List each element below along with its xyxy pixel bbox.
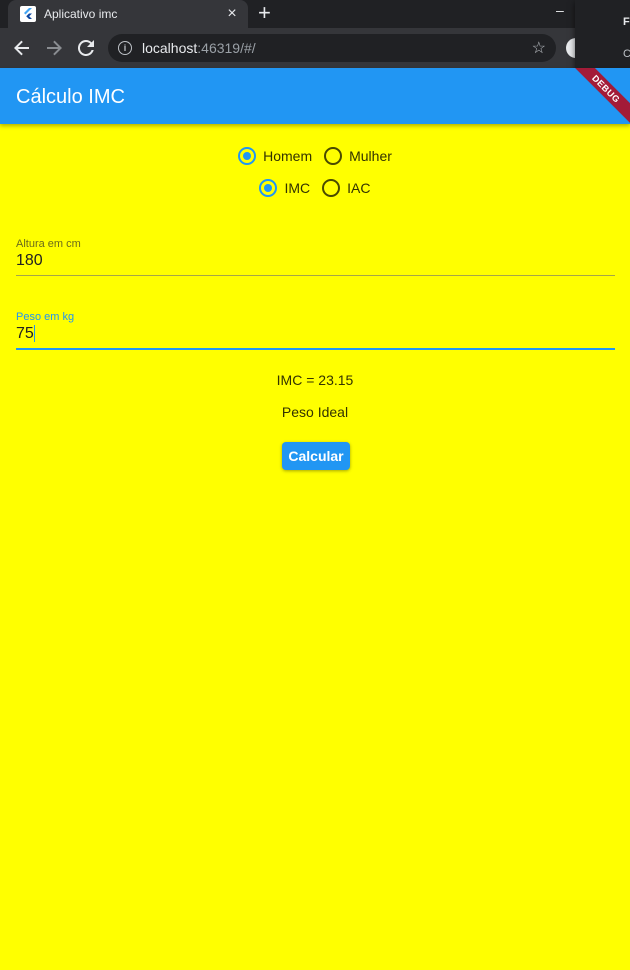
app-bar: Cálculo IMC DEBUG [0, 68, 630, 124]
index-radio-group: IMC IAC [0, 176, 630, 200]
weight-field[interactable]: Peso em kg 75 [16, 311, 615, 350]
reload-icon[interactable] [74, 36, 98, 60]
radio-iac[interactable]: IAC [322, 179, 371, 197]
radio-selected-icon[interactable] [238, 147, 257, 165]
radio-label: Mulher [349, 148, 392, 164]
radio-unselected-icon[interactable] [324, 147, 343, 165]
url-path: :46319/#/ [197, 40, 256, 56]
radio-label: IAC [347, 180, 371, 196]
radio-selected-icon[interactable] [259, 179, 278, 197]
weight-status: Peso Ideal [281, 404, 349, 420]
weight-field-label: Peso em kg [16, 311, 75, 323]
height-field-label: Altura em cm [16, 238, 81, 250]
flutter-favicon-icon [20, 6, 36, 22]
close-tab-icon[interactable]: × [224, 5, 240, 23]
forward-arrow-icon[interactable] [42, 36, 66, 60]
calculate-button[interactable]: Calcular [282, 442, 350, 470]
browser-tab[interactable]: Aplicativo imc × [8, 0, 248, 28]
new-tab-icon[interactable]: + [258, 2, 271, 24]
weight-input[interactable]: 75 [16, 325, 615, 345]
radio-mulher[interactable]: Mulher [324, 147, 392, 165]
text-caret [33, 325, 35, 342]
height-field[interactable]: Altura em cm 180 [16, 238, 615, 276]
browser-popup: F C [575, 0, 630, 75]
bookmark-star-icon[interactable]: ☆ [532, 38, 546, 58]
radio-homem[interactable]: Homem [238, 147, 312, 165]
radio-label: Homem [263, 148, 313, 164]
radio-label: IMC [284, 180, 311, 196]
page-title: Cálculo IMC [16, 86, 125, 108]
back-arrow-icon[interactable] [10, 36, 34, 60]
imc-result: IMC = 23.15 [276, 372, 354, 388]
url-host: localhost [142, 40, 198, 56]
height-input[interactable]: 180 [16, 252, 615, 272]
browser-tab-strip: Aplicativo imc × + – [0, 0, 630, 28]
popup-text-1: F [623, 16, 630, 28]
url-text: localhost:46319/#/ [142, 40, 532, 56]
debug-banner: DEBUG [565, 68, 630, 124]
browser-toolbar: i localhost:46319/#/ ☆ [0, 28, 630, 68]
sex-radio-group: Homem Mulher [0, 144, 630, 168]
minimize-icon[interactable]: – [556, 2, 564, 18]
radio-imc[interactable]: IMC [259, 179, 310, 197]
radio-unselected-icon[interactable] [322, 179, 341, 197]
height-field-underline [16, 275, 615, 276]
info-icon[interactable]: i [118, 41, 132, 55]
address-bar[interactable]: i localhost:46319/#/ ☆ [108, 34, 556, 62]
weight-input-value: 75 [16, 325, 34, 342]
tab-title: Aplicativo imc [44, 7, 118, 21]
popup-text-2: C [623, 48, 630, 60]
weight-field-underline [16, 348, 615, 350]
